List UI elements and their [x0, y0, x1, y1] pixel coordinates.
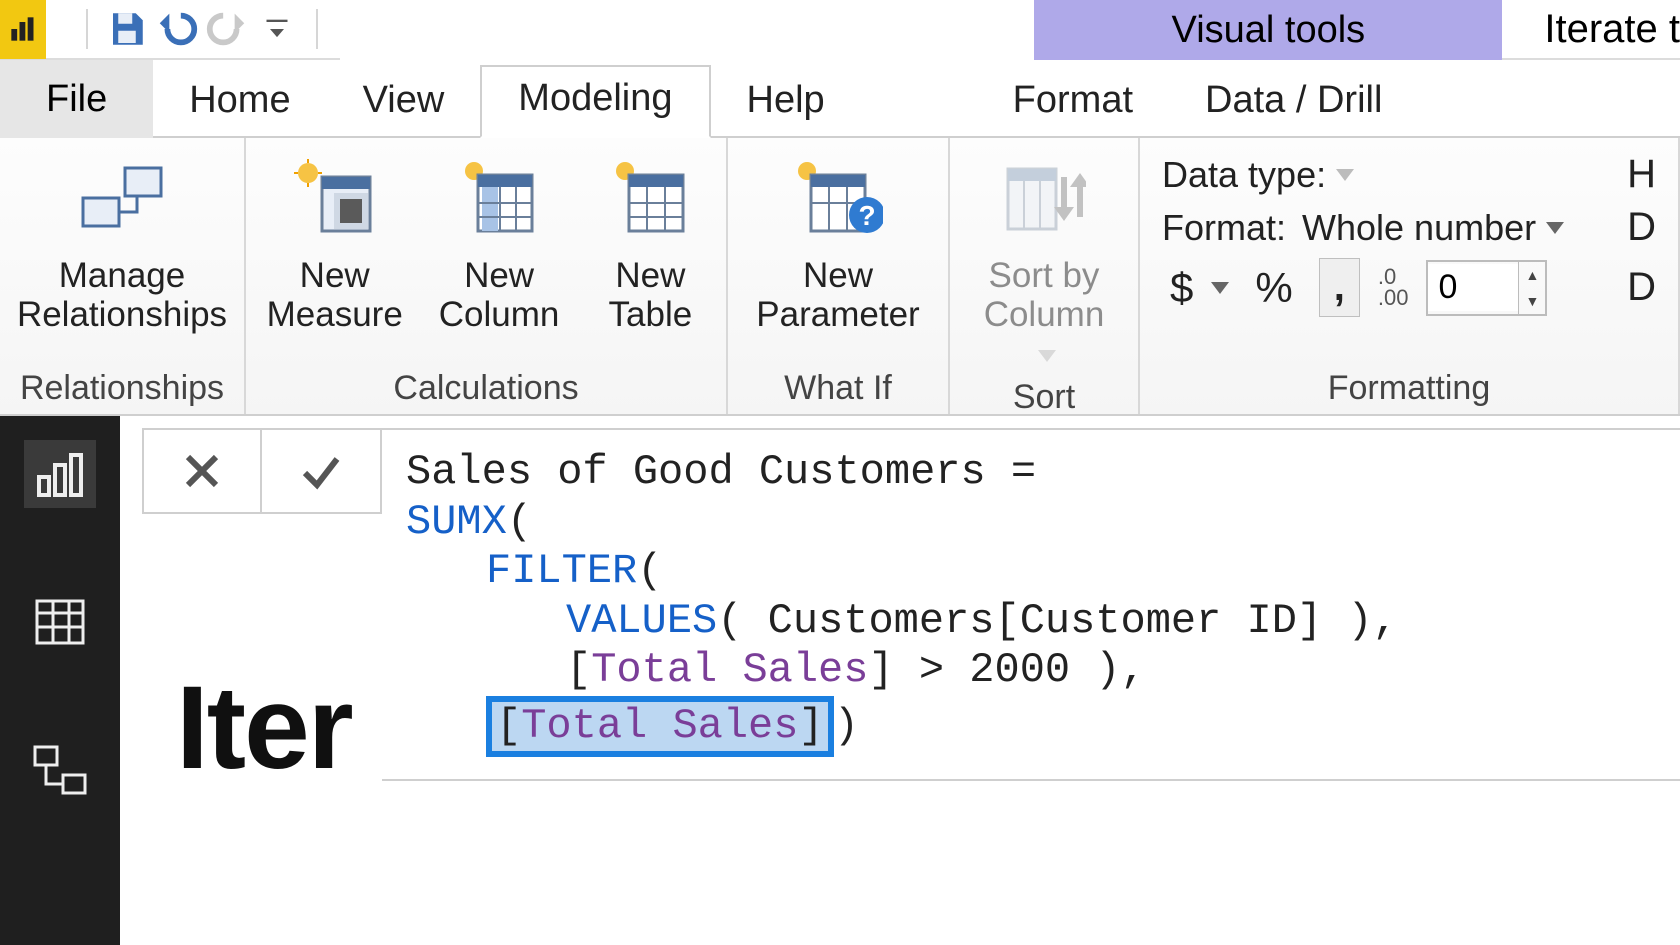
view-nav-rail: [0, 416, 120, 945]
group-relationships: Manage Relationships Relationships: [0, 138, 246, 414]
tab-data-drill[interactable]: Data / Drill: [1169, 69, 1418, 138]
new-parameter-button[interactable]: ? New Parameter: [748, 148, 927, 334]
cancel-formula-button[interactable]: [144, 430, 262, 512]
ribbon: Manage Relationships Relationships New M…: [0, 138, 1680, 416]
tab-help[interactable]: Help: [711, 69, 861, 138]
data-view-button[interactable]: [24, 588, 96, 656]
workspace: Iter Sales of Good Customers = SUMX( FIL…: [0, 416, 1680, 945]
tab-format[interactable]: Format: [977, 69, 1169, 138]
commit-formula-button[interactable]: [262, 430, 380, 512]
new-column-button[interactable]: New Column: [431, 148, 568, 334]
qat-area: [0, 0, 340, 60]
spin-down[interactable]: ▼: [1519, 288, 1545, 314]
parameter-icon: ?: [783, 148, 893, 250]
group-formatting: Data type: H Format: Whole number D $ %: [1140, 138, 1680, 414]
manage-relationships-button[interactable]: Manage Relationships: [9, 148, 235, 334]
relationships-icon: [67, 148, 177, 250]
formula-bar-buttons: [142, 428, 382, 514]
new-measure-button[interactable]: New Measure: [259, 148, 411, 334]
group-label: Formatting: [1140, 365, 1678, 414]
format-dropdown[interactable]: Format: Whole number: [1162, 207, 1564, 249]
decimal-places-input[interactable]: ▲▼: [1426, 260, 1547, 316]
tab-file[interactable]: File: [0, 60, 153, 138]
ribbon-tabs: File Home View Modeling Help Format Data…: [0, 60, 1680, 138]
qat-customize-button[interactable]: [252, 5, 302, 53]
group-label: What If: [728, 365, 948, 414]
percent-format-button[interactable]: %: [1247, 260, 1300, 316]
formula-bar: Sales of Good Customers = SUMX( FILTER( …: [142, 428, 1680, 781]
report-canvas[interactable]: Iter Sales of Good Customers = SUMX( FIL…: [120, 416, 1680, 945]
formula-editor[interactable]: Sales of Good Customers = SUMX( FILTER( …: [382, 428, 1680, 781]
group-label: Calculations: [246, 365, 726, 414]
sort-icon: [989, 148, 1099, 250]
quick-access-toolbar: [46, 5, 340, 53]
column-icon: [444, 148, 554, 250]
currency-format-button[interactable]: $: [1162, 260, 1229, 316]
tab-modeling[interactable]: Modeling: [480, 65, 710, 138]
tab-view[interactable]: View: [327, 69, 481, 138]
svg-text:?: ?: [858, 200, 875, 231]
group-label: Relationships: [0, 365, 244, 414]
model-view-button[interactable]: [24, 736, 96, 804]
chevron-down-icon: [1336, 169, 1354, 181]
edge-text: D: [1627, 205, 1656, 250]
chevron-down-icon: [1211, 282, 1229, 294]
edge-text: D: [1627, 265, 1656, 310]
title-bar: Visual tools Iterate t: [0, 0, 1680, 60]
chevron-down-icon: [1038, 350, 1056, 362]
edge-text: H: [1627, 152, 1656, 197]
spin-up[interactable]: ▲: [1519, 262, 1545, 288]
data-type-dropdown[interactable]: Data type:: [1162, 154, 1354, 196]
tab-home[interactable]: Home: [153, 69, 326, 138]
redo-button[interactable]: [202, 5, 252, 53]
formula-selection: [Total Sales]: [486, 696, 834, 758]
window-title: Iterate t: [1502, 0, 1680, 60]
group-calculations: New Measure New Column New Table Calcula…: [246, 138, 728, 414]
contextual-tab-header: Visual tools: [1034, 0, 1502, 60]
chevron-down-icon: [1546, 222, 1564, 234]
new-table-button[interactable]: New Table: [587, 148, 713, 334]
group-sort: Sort by Column Sort: [950, 138, 1140, 414]
decimal-places-icon: .0 .00: [1378, 267, 1409, 309]
app-icon: [0, 0, 46, 59]
save-button[interactable]: [102, 5, 152, 53]
thousands-separator-button[interactable]: ,: [1319, 258, 1360, 317]
sort-by-column-button[interactable]: Sort by Column: [968, 148, 1120, 374]
undo-button[interactable]: [152, 5, 202, 53]
table-icon: [595, 148, 705, 250]
measure-icon: [280, 148, 390, 250]
group-whatif: ? New Parameter What If: [728, 138, 950, 414]
report-view-button[interactable]: [24, 440, 96, 508]
